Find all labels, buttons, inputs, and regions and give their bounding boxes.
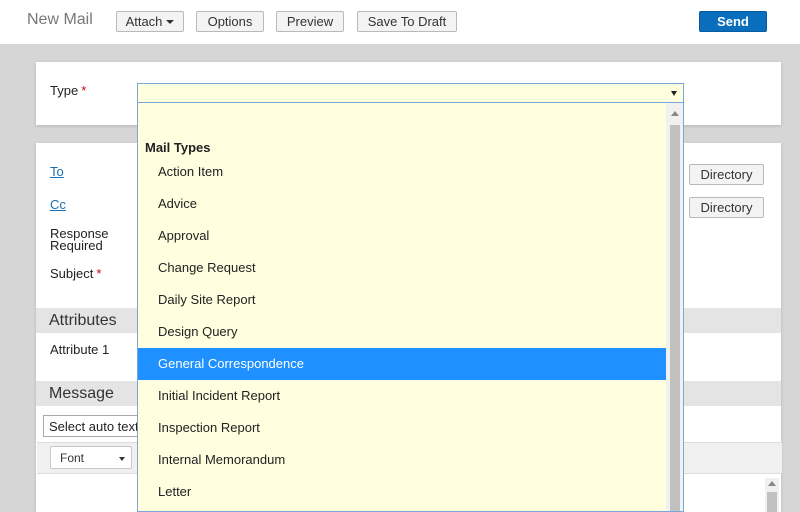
page-title: New Mail — [27, 11, 93, 28]
send-button[interactable]: Send — [699, 11, 767, 32]
dropdown-option[interactable]: Change Request — [138, 252, 666, 284]
dropdown-option[interactable]: Action Item — [138, 156, 666, 188]
font-select[interactable]: Font — [50, 446, 132, 469]
dropdown-arrow-icon[interactable] — [671, 91, 677, 96]
scroll-up-icon[interactable] — [671, 111, 679, 116]
font-select-label: Font — [60, 451, 85, 465]
attach-button[interactable]: Attach — [116, 11, 184, 32]
scroll-up-icon[interactable] — [768, 481, 776, 486]
dropdown-scrollbar[interactable] — [666, 103, 683, 511]
dropdown-option[interactable]: Initial Incident Report — [138, 380, 666, 412]
response-required-label: Response Required — [50, 227, 109, 253]
to-directory-button[interactable]: Directory — [689, 164, 764, 185]
dropdown-option[interactable]: Advice — [138, 188, 666, 220]
attribute1-label: Attribute 1 — [50, 342, 110, 357]
type-label-text: Type — [50, 83, 79, 98]
cc-link[interactable]: Cc — [50, 197, 66, 212]
subject-label-text: Subject — [50, 266, 94, 281]
options-button[interactable]: Options — [196, 11, 264, 32]
required-marker: * — [96, 266, 102, 281]
type-label: Type * — [50, 83, 86, 98]
cc-directory-button[interactable]: Directory — [689, 197, 764, 218]
response-required-line2: Required — [50, 238, 103, 253]
dropdown-option[interactable]: Inspection Report — [138, 412, 666, 444]
chevron-down-icon — [119, 457, 125, 461]
dropdown-option[interactable]: Letter — [138, 476, 666, 508]
dropdown-option[interactable]: Approval — [138, 220, 666, 252]
dropdown-option[interactable]: Design Query — [138, 316, 666, 348]
subject-label: Subject * — [50, 266, 101, 281]
preview-button[interactable]: Preview — [276, 11, 344, 32]
page-scrollbar-thumb[interactable] — [767, 492, 777, 512]
attach-button-label: Attach — [125, 14, 163, 29]
dropdown-option[interactable]: Daily Site Report — [138, 284, 666, 316]
type-select[interactable] — [137, 83, 684, 103]
dropdown-option-selected[interactable]: General Correspondence — [138, 348, 666, 380]
save-to-draft-button[interactable]: Save To Draft — [357, 11, 457, 32]
required-marker: * — [81, 83, 87, 98]
to-link[interactable]: To — [50, 164, 64, 179]
dropdown-option[interactable]: Internal Memorandum — [138, 444, 666, 476]
mail-type-dropdown: Mail Types Action Item Advice Approval C… — [137, 103, 684, 512]
chevron-down-icon — [166, 19, 175, 24]
page-scrollbar[interactable] — [765, 478, 779, 512]
dropdown-group-label: Mail Types — [145, 140, 211, 155]
cc-link-text[interactable]: Cc — [50, 197, 66, 212]
top-toolbar: New Mail Attach Options Preview Save To … — [0, 0, 800, 44]
to-link-text[interactable]: To — [50, 164, 64, 179]
dropdown-scrollbar-thumb[interactable] — [670, 125, 680, 511]
